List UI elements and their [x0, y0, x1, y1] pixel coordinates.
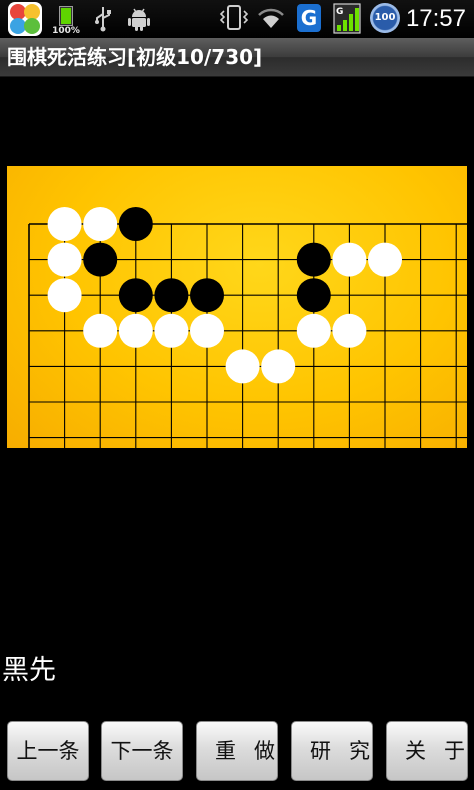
white-stone: [154, 313, 189, 348]
black-stone: [190, 278, 224, 313]
to-move-label: 黑先: [2, 655, 56, 686]
black-stone: [296, 242, 331, 277]
white-stone: [118, 313, 153, 348]
app-store-icon[interactable]: [8, 2, 42, 36]
battery-icon: 100%: [52, 4, 80, 36]
white-stone: [83, 313, 118, 348]
white-stone: [47, 278, 82, 313]
white-stone: [332, 313, 367, 348]
previous-problem-button[interactable]: 上一条: [7, 721, 89, 781]
battery-percent: 100%: [52, 26, 80, 36]
hundred-badge-icon: 100: [370, 3, 400, 33]
black-stone: [118, 278, 153, 313]
reset-button[interactable]: 重做: [196, 721, 278, 781]
white-stone: [261, 349, 296, 384]
board-grid[interactable]: [7, 166, 467, 448]
g-icon: G: [297, 4, 321, 32]
black-stone: [83, 242, 118, 277]
clock: 17:57: [405, 5, 466, 32]
white-stone: [47, 242, 82, 277]
black-stone: [154, 278, 189, 313]
battery-level-fill: [61, 8, 71, 24]
usb-icon: [95, 7, 111, 32]
signal-g-label: G: [336, 7, 343, 17]
app-title: 围棋死活练习[初级10/730]: [7, 45, 263, 69]
status-bar: 100% G G 100 17:57: [0, 0, 474, 38]
signal-icon: G: [333, 3, 361, 34]
title-bar: 围棋死活练习[初级10/730]: [0, 38, 474, 77]
about-button[interactable]: 关于: [386, 721, 468, 781]
white-stone: [190, 313, 224, 348]
black-stone: [296, 278, 331, 313]
white-stone: [225, 349, 260, 384]
vibrate-icon: [219, 5, 249, 30]
white-stone: [47, 207, 82, 241]
android-icon: [128, 8, 150, 31]
black-stone: [118, 207, 153, 241]
go-board[interactable]: [7, 166, 467, 448]
white-stone: [296, 313, 331, 348]
white-stone: [332, 242, 367, 277]
next-problem-button[interactable]: 下一条: [101, 721, 183, 781]
white-stone: [368, 242, 402, 277]
white-stone: [83, 207, 118, 241]
study-button[interactable]: 研究: [291, 721, 373, 781]
wifi-icon: [258, 8, 284, 28]
